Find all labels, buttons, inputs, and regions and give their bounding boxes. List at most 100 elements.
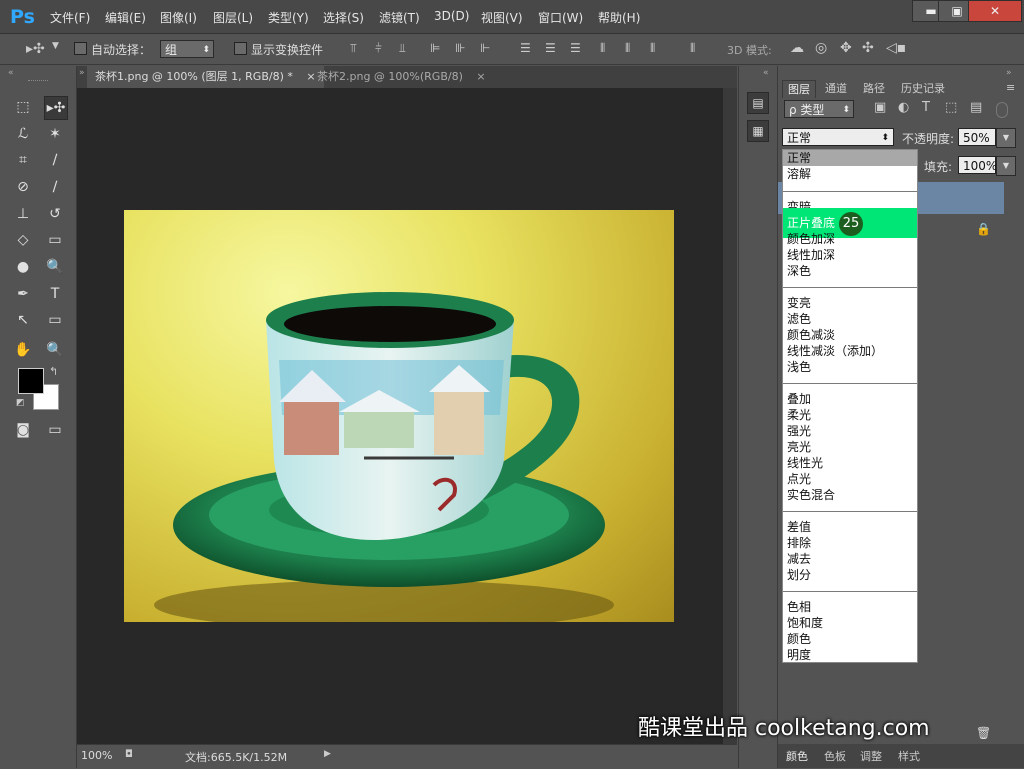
distribute-vcenter-icon[interactable]: ☰ [545, 41, 556, 55]
zoom-level[interactable]: 100% [81, 749, 112, 762]
align-bottom-icon[interactable]: ⫫ [399, 41, 406, 56]
menu-3d[interactable]: 3D(D) [434, 9, 469, 23]
gradient-tool-icon[interactable]: ▭ [44, 229, 66, 251]
blend-hard-light[interactable]: 强光 [787, 423, 811, 439]
panel-grip[interactable] [28, 80, 48, 84]
tab-styles[interactable]: 样式 [898, 748, 920, 764]
menu-file[interactable]: 文件(F) [50, 9, 90, 26]
close-icon[interactable]: × [476, 70, 485, 83]
blend-vivid-light[interactable]: 亮光 [787, 439, 811, 455]
3d-rotate-icon[interactable]: ☁ [790, 40, 804, 56]
tab-history[interactable]: 历史记录 [896, 80, 950, 97]
tab-document-1[interactable]: 茶杯1.png @ 100% (图层 1, RGB/8) * × [87, 66, 324, 88]
3d-pan-icon[interactable]: ✥ [840, 40, 852, 56]
tab-adjustments[interactable]: 调整 [860, 748, 882, 764]
blend-mode-menu[interactable]: 正常 溶解 变暗 正片叠底 25 颜色加深 线性加深 深色 变亮 滤色 颜色减淡… [782, 149, 918, 663]
move-tool-icon[interactable]: ▸✣ [44, 96, 68, 120]
collapse-icon[interactable]: « [8, 68, 14, 78]
path-selection-tool-icon[interactable]: ↖ [12, 309, 34, 331]
magic-wand-tool-icon[interactable]: ✶ [44, 123, 66, 145]
blend-darker-color[interactable]: 深色 [787, 263, 811, 279]
blend-screen[interactable]: 滤色 [787, 311, 811, 327]
foreground-color-swatch[interactable] [18, 368, 44, 394]
blend-difference[interactable]: 差值 [787, 519, 811, 535]
menu-edit[interactable]: 编辑(E) [105, 9, 146, 26]
filter-type-icon[interactable]: T [922, 100, 930, 115]
trash-icon[interactable]: 🗑 [976, 726, 991, 740]
clone-stamp-tool-icon[interactable]: ⊥ [12, 203, 34, 225]
close-button[interactable]: ✕ [968, 0, 1022, 22]
blend-lighten[interactable]: 变亮 [787, 295, 811, 311]
blend-mode-dropdown[interactable]: 正常 ⬍ [782, 128, 894, 146]
vertical-scrollbar[interactable] [723, 88, 737, 744]
blend-dissolve[interactable]: 溶解 [787, 166, 811, 182]
fill-input[interactable]: 100% [958, 156, 997, 174]
distribute-hcenter-icon[interactable]: ⦀ [625, 41, 630, 56]
blend-normal[interactable]: 正常 [787, 150, 811, 166]
chevron-down-icon[interactable]: ▼ [52, 41, 59, 51]
fill-slider-button[interactable]: ▼ [996, 156, 1016, 176]
distribute-left-icon[interactable]: ⦀ [600, 41, 605, 56]
layer-filter-dropdown[interactable]: ρ 类型 ⬍ [784, 100, 854, 118]
tab-channels[interactable]: 通道 [820, 80, 852, 97]
align-hcenter-icon[interactable]: ⊪ [455, 41, 465, 55]
menu-help[interactable]: 帮助(H) [598, 9, 640, 26]
blend-lighter-color[interactable]: 浅色 [787, 359, 811, 375]
blend-linear-burn[interactable]: 线性加深 [787, 247, 835, 263]
blur-tool-icon[interactable]: ● [12, 256, 34, 278]
distribute-right-icon[interactable]: ⦀ [650, 41, 655, 56]
menu-type[interactable]: 类型(Y) [268, 9, 309, 26]
collapse-icon[interactable]: » [79, 68, 85, 78]
blend-multiply[interactable]: 正片叠底 [787, 215, 835, 231]
filter-adjustment-icon[interactable]: ◐ [898, 100, 909, 115]
menu-filter[interactable]: 滤镜(T) [379, 9, 420, 26]
blend-subtract[interactable]: 减去 [787, 551, 811, 567]
properties-panel-icon[interactable]: ▦ [747, 120, 769, 142]
history-panel-icon[interactable]: ▤ [747, 92, 769, 114]
align-vcenter-icon[interactable]: ⫩ [375, 41, 382, 56]
dodge-tool-icon[interactable]: 🔍 [44, 256, 66, 278]
blend-color[interactable]: 颜色 [787, 631, 811, 647]
filter-shape-icon[interactable]: ⬚ [945, 100, 957, 115]
collapse-icon[interactable]: » [1006, 68, 1012, 78]
blend-pin-light[interactable]: 点光 [787, 471, 811, 487]
menu-layer[interactable]: 图层(L) [213, 9, 253, 26]
swap-colors-icon[interactable]: ↰ [49, 365, 58, 378]
tab-layers[interactable]: 图层 [782, 80, 816, 98]
auto-select-checkbox[interactable] [74, 42, 87, 55]
zoom-tool-icon[interactable]: 🔍 [44, 339, 66, 361]
auto-select-dropdown[interactable]: 组 ⬍ [160, 40, 214, 58]
default-colors-icon[interactable]: ◩ [16, 398, 25, 408]
distribute-top-icon[interactable]: ☰ [520, 41, 531, 55]
brush-tool-icon[interactable]: ∕ [44, 176, 66, 198]
history-brush-tool-icon[interactable]: ↺ [44, 203, 66, 225]
pen-tool-icon[interactable]: ✒ [12, 283, 34, 305]
status-menu-icon[interactable]: ▶ [324, 749, 331, 759]
tab-swatches[interactable]: 色板 [824, 748, 846, 764]
move-tool-icon[interactable]: ▸✣ [26, 41, 45, 57]
distribute-bottom-icon[interactable]: ☰ [570, 41, 581, 55]
blend-exclusion[interactable]: 排除 [787, 535, 811, 551]
rectangle-tool-icon[interactable]: ▭ [44, 309, 66, 331]
show-transform-checkbox[interactable] [234, 42, 247, 55]
blend-saturation[interactable]: 饱和度 [787, 615, 823, 631]
blend-divide[interactable]: 划分 [787, 567, 811, 583]
lasso-tool-icon[interactable]: ℒ [12, 123, 34, 145]
crop-tool-icon[interactable]: ⌗ [12, 149, 34, 171]
panel-menu-icon[interactable]: ≡ [1006, 81, 1015, 94]
collapse-icon[interactable]: « [763, 68, 769, 78]
quick-mask-icon[interactable]: ◙ [12, 419, 34, 441]
tab-paths[interactable]: 路径 [858, 80, 890, 97]
blend-soft-light[interactable]: 柔光 [787, 407, 811, 423]
blend-linear-dodge[interactable]: 线性减淡（添加） [787, 343, 883, 359]
opacity-input[interactable]: 50% [958, 128, 996, 146]
menu-image[interactable]: 图像(I) [160, 9, 197, 26]
marquee-tool-icon[interactable]: ⬚ [12, 96, 34, 118]
hand-tool-icon[interactable]: ✋ [12, 339, 34, 361]
align-right-icon[interactable]: ⊩ [480, 41, 490, 55]
type-tool-icon[interactable]: T [44, 283, 66, 305]
blend-overlay[interactable]: 叠加 [787, 391, 811, 407]
blend-hue[interactable]: 色相 [787, 599, 811, 615]
3d-scale-icon[interactable]: ◁▪ [886, 40, 906, 56]
blend-linear-light[interactable]: 线性光 [787, 455, 823, 471]
